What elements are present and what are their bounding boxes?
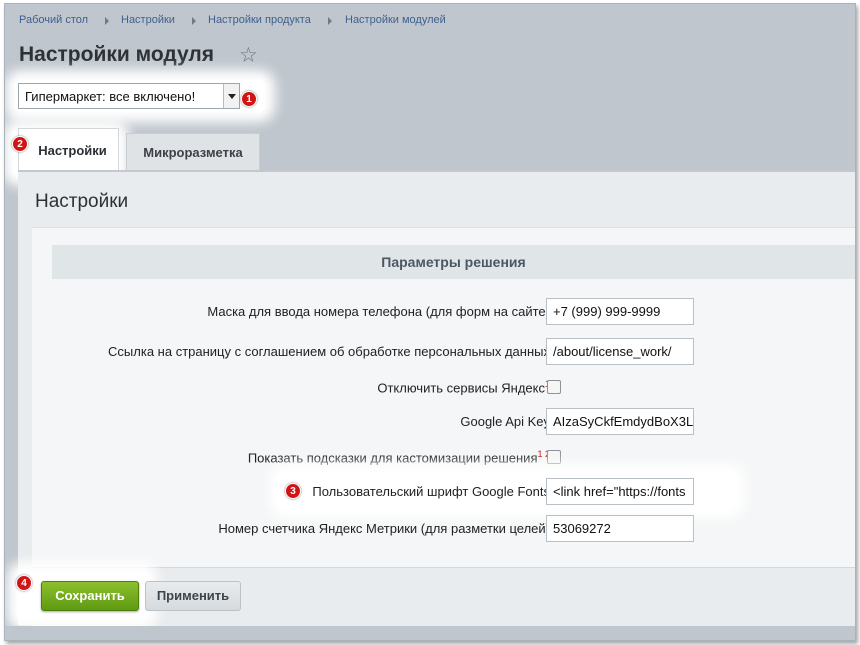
- options-form: Параметры решения Маска для ввода номера…: [32, 227, 855, 567]
- chevron-down-icon[interactable]: [223, 83, 240, 109]
- breadcrumb-product-settings[interactable]: Настройки продукта: [208, 14, 311, 26]
- admin-window: Рабочий стол Настройки Настройки продукт…: [4, 3, 856, 641]
- disable-yandex-checkbox[interactable]: [547, 380, 561, 394]
- license-link-label: Ссылка на страницу с соглашением об обра…: [108, 344, 550, 359]
- badge-marker-2: 2: [12, 136, 28, 152]
- apply-button[interactable]: Применить: [145, 581, 241, 611]
- google-api-key-label: Google Api Key: [460, 414, 550, 429]
- google-font-label: Пользовательский шрифт Google Fonts: [312, 484, 550, 499]
- badge-marker-1: 1: [241, 91, 257, 107]
- bottom-strip: [5, 626, 855, 640]
- breadcrumb-settings[interactable]: Настройки: [121, 14, 175, 26]
- save-button[interactable]: Сохранить: [41, 581, 139, 611]
- google-api-key-input[interactable]: AIzaSyCkfEmdydBoX3L7: [546, 408, 694, 435]
- phone-mask-label: Маска для ввода номера телефона (для фор…: [207, 304, 550, 319]
- breadcrumb-separator-icon: [192, 17, 196, 25]
- site-select[interactable]: Гипермаркет: все включено!: [18, 83, 240, 109]
- license-link-input[interactable]: /about/license_work/: [546, 338, 694, 365]
- breadcrumb-separator-icon: [105, 17, 109, 25]
- disable-yandex-label: Отключить сервисы Яндекс1: [377, 379, 550, 395]
- badge-marker-3: 3: [285, 483, 301, 499]
- disable-yandex-label-text: Отключить сервисы Яндекс: [377, 380, 545, 396]
- tab-microdata[interactable]: Микроразметка: [126, 133, 260, 171]
- breadcrumb-desktop[interactable]: Рабочий стол: [19, 14, 88, 26]
- breadcrumb-module-settings[interactable]: Настройки модулей: [345, 14, 446, 26]
- metrika-counter-label: Номер счетчика Яндекс Метрики (для разме…: [218, 521, 550, 536]
- phone-mask-input[interactable]: +7 (999) 999-9999: [546, 298, 694, 325]
- favorite-star-icon[interactable]: ☆: [239, 44, 258, 68]
- google-font-input[interactable]: <link href="https://fonts: [546, 478, 694, 505]
- badge-marker-4: 4: [16, 575, 32, 591]
- page-title: Настройки модуля: [19, 43, 215, 66]
- show-hints-checkbox[interactable]: [547, 450, 561, 464]
- section-header: Параметры решения: [52, 245, 855, 279]
- panel-title: Настройки: [35, 191, 129, 212]
- settings-panel: Настройки Параметры решения Маска для вв…: [18, 170, 855, 627]
- tab-settings[interactable]: Настройки: [18, 128, 119, 172]
- breadcrumb-separator-icon: [328, 17, 332, 25]
- show-hints-label: Показать подсказки для кастомизации реше…: [248, 449, 550, 465]
- metrika-counter-input[interactable]: 53069272: [546, 515, 694, 542]
- show-hints-label-text: Показать подсказки для кастомизации реше…: [247, 450, 538, 466]
